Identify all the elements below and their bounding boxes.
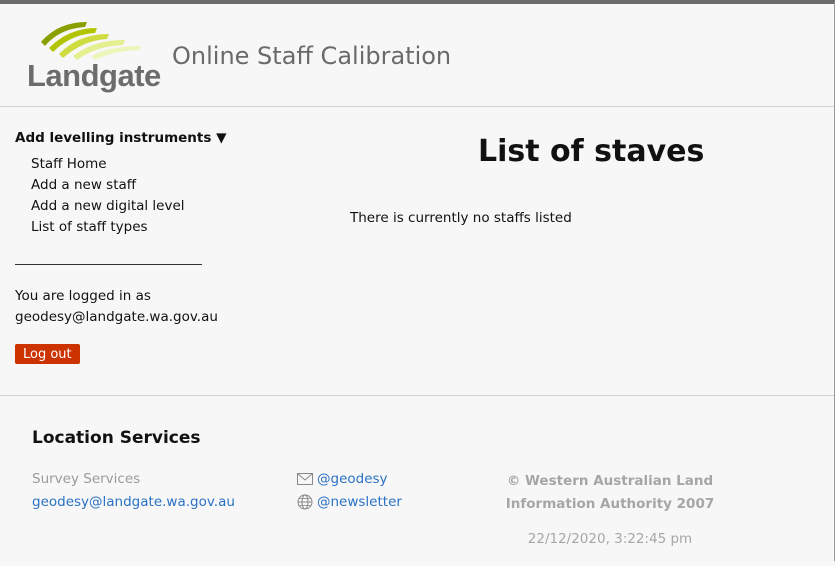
app-title: Online Staff Calibration [172,42,452,70]
sidebar-menu: Staff Home Add a new staff Add a new dig… [31,154,205,238]
sidebar-item-add-digital-level[interactable]: Add a new digital level [31,196,205,217]
site-footer: Location Services Survey Services geodes… [0,395,834,566]
login-email: geodesy@landgate.wa.gov.au [15,309,218,325]
login-status: You are logged in as geodesy@landgate.wa… [15,286,218,328]
sidebar: Add levelling instruments ▼ Staff Home A… [15,130,226,364]
menu-heading-toggle[interactable]: Add levelling instruments ▼ [15,130,226,146]
footer-timestamp: 22/12/2020, 3:22:45 pm [527,531,693,547]
social-newsletter: @newsletter [297,494,402,510]
logo-swoosh-icon [41,22,141,60]
newsletter-link[interactable]: @newsletter [317,494,402,510]
site-header: Landgate Online Staff Calibration [0,8,834,107]
sidebar-item-add-staff[interactable]: Add a new staff [31,175,205,196]
footer-email-link[interactable]: geodesy@landgate.wa.gov.au [32,494,235,510]
logo-wordmark: Landgate [27,58,161,93]
sidebar-item-staff-home[interactable]: Staff Home [31,154,205,175]
footer-org-name: Survey Services [32,471,141,487]
logout-button[interactable]: Log out [15,344,80,364]
page-title: List of staves [478,134,705,169]
copyright-notice: © Western Australian Land Information Au… [505,473,715,512]
login-label: You are logged in as [15,288,151,304]
footer-heading: Location Services [32,428,201,448]
geodesy-link[interactable]: @geodesy [317,471,388,487]
globe-icon [297,494,313,510]
sidebar-divider [15,264,202,265]
empty-list-message: There is currently no staffs listed [350,210,572,226]
envelope-icon [297,473,313,485]
landgate-logo[interactable]: Landgate [27,20,162,100]
sidebar-item-staff-types[interactable]: List of staff types [31,217,205,238]
social-geodesy: @geodesy [297,471,388,487]
